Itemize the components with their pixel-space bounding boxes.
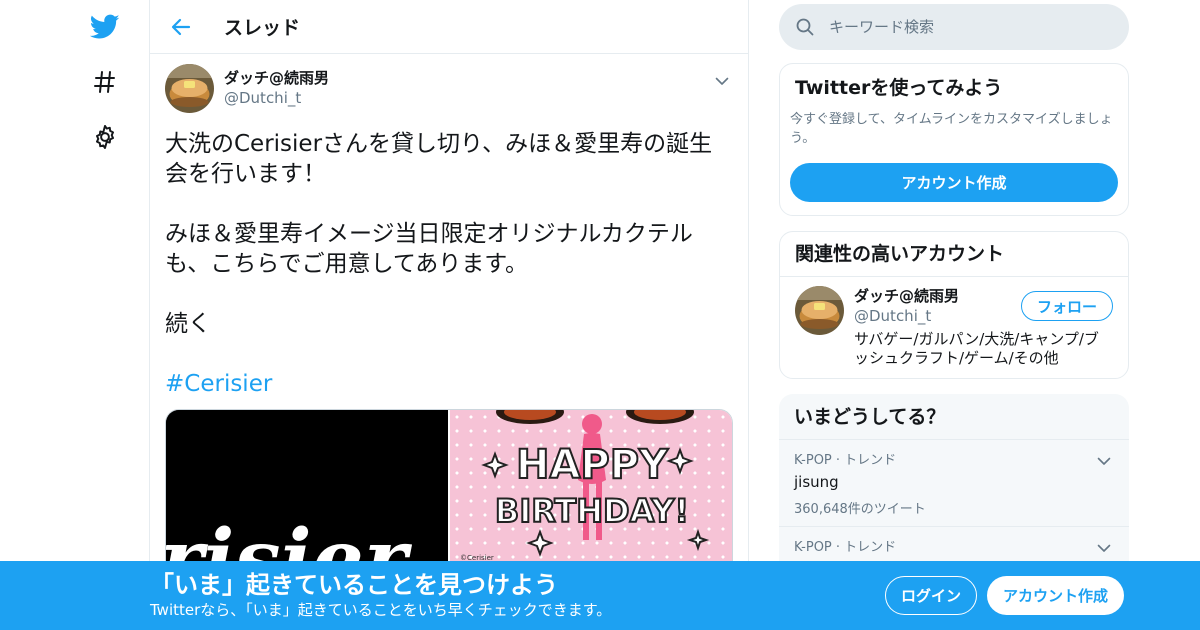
tweet-line [165, 279, 733, 309]
tweet-text: 大洗のCerisierさんを貸し切り、みほ＆愛里寿の誕生 会を行います！ みほ＆… [165, 129, 733, 399]
trend-item[interactable]: K-POP · トレンド jisung 360,648件のツイート [779, 440, 1129, 527]
create-account-button[interactable]: アカウント作成 [790, 163, 1118, 202]
related-accounts-title: 関連性の高いアカウント [795, 243, 1005, 265]
main-column: スレッド ダッチ@続雨男 @Dutchi_t 大洗のCerisierさんを貸し切… [149, 0, 749, 630]
bottom-signup-bar: 「いま」起きていることを見つけよう Twitterなら、「いま」起きていることを… [0, 561, 1200, 630]
related-accounts-header: 関連性の高いアカウント [780, 232, 1128, 277]
tweet-line: も、こちらでご用意してあります。 [165, 251, 528, 277]
arrow-left-icon [171, 18, 191, 35]
bottom-create-account-button[interactable]: アカウント作成 [987, 576, 1124, 615]
related-accounts-card: 関連性の高いアカウント ダッチ@続雨男 @Dutchi_t サバゲー/ガルパン/… [779, 231, 1129, 379]
media-photo-right[interactable]: HAPPY BIRTHDAY! ©Cerisier [450, 410, 732, 578]
page-header: スレッド [150, 0, 748, 54]
tweet-header: ダッチ@続雨男 @Dutchi_t [165, 64, 733, 114]
hashtag-link[interactable]: #Cerisier [165, 371, 272, 397]
search-input[interactable] [829, 18, 1109, 36]
signup-card-title: Twitterを使ってみよう [795, 77, 1003, 99]
login-button[interactable]: ログイン [885, 576, 977, 615]
trends-title: いまどうしてる？ [794, 405, 946, 428]
bottom-bar-subtitle: Twitterなら、「いま」起きていることをいち早くチェックできます。 [150, 601, 612, 619]
gear-icon[interactable] [90, 122, 120, 152]
chevron-down-icon[interactable] [1093, 450, 1115, 472]
tweet-line: 大洗のCerisierさんを貸し切り、みほ＆愛里寿の誕生 [165, 131, 713, 157]
tweet-line: 会を行います！ [165, 161, 326, 187]
tweet-line [165, 189, 733, 219]
trend-count: 360,648件のツイート [794, 502, 926, 517]
tweet-author: ダッチ@続雨男 @Dutchi_t [224, 68, 329, 108]
media-birthday-text: BIRTHDAY! [495, 492, 689, 530]
related-user-bio: サバゲー/ガルパン/大洗/キャンプ/ブッシュクラフト/ゲーム/その他 [854, 330, 1099, 367]
author-name[interactable]: ダッチ@続雨男 [224, 68, 329, 88]
search-icon [796, 18, 814, 36]
trend-meta: K-POP · トレンド [794, 453, 897, 468]
chevron-down-icon[interactable] [711, 70, 733, 92]
tweet-line [165, 339, 733, 369]
back-button[interactable] [166, 12, 196, 42]
media-photo-left[interactable]: risier [166, 410, 448, 578]
hashtag-icon[interactable] [90, 67, 120, 97]
search-box[interactable] [779, 4, 1129, 50]
related-user: ダッチ@続雨男 @Dutchi_t サバゲー/ガルパン/大洗/キャンプ/ブッシュ… [780, 277, 1128, 368]
trend-name: jisung [794, 473, 839, 491]
right-sidebar: Twitterを使ってみよう 今すぐ登録して、タイムラインをカスタマイズしましょ… [779, 0, 1129, 630]
bottom-bar-title: 「いま」起きていることを見つけよう [150, 571, 558, 599]
left-nav [0, 0, 150, 630]
chevron-down-icon[interactable] [1093, 537, 1115, 559]
tweet-line: 続く [165, 311, 211, 337]
related-user-avatar[interactable] [795, 286, 844, 335]
author-handle[interactable]: @Dutchi_t [224, 88, 329, 108]
media-happy-text: HAPPY [516, 442, 669, 488]
trends-header: いまどうしてる？ [779, 394, 1129, 440]
signup-card-subtitle: 今すぐ登録して、タイムラインをカスタマイズしましょう。 [790, 112, 1113, 146]
signup-card: Twitterを使ってみよう 今すぐ登録して、タイムラインをカスタマイズしましょ… [779, 63, 1129, 216]
trend-meta: K-POP · トレンド [794, 540, 897, 555]
tweet-line: みほ＆愛里寿イメージ当日限定オリジナルカクテル [165, 221, 693, 247]
avatar[interactable] [165, 64, 214, 113]
page-title: スレッド [224, 17, 301, 39]
tweet-media: risier HAPPY BIRTHDAY! ©Cerisier [165, 409, 733, 579]
twitter-bird-icon[interactable] [90, 12, 120, 42]
follow-button[interactable]: フォロー [1021, 291, 1113, 321]
tweet: ダッチ@続雨男 @Dutchi_t 大洗のCerisierさんを貸し切り、みほ＆… [150, 54, 748, 579]
